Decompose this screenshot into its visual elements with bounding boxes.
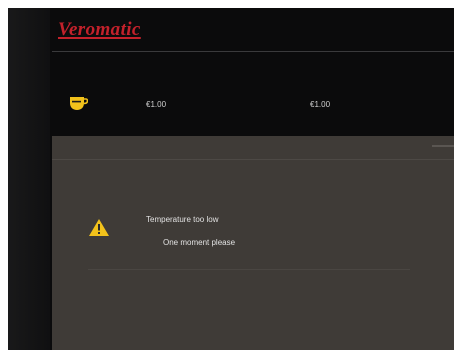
brand-logo: Veromatic xyxy=(58,19,141,40)
status-panel xyxy=(52,136,454,350)
warning-icon xyxy=(89,219,109,236)
machine-display: Veromatic €1.00 €1.00 Temperature too lo… xyxy=(8,8,454,350)
page: Veromatic €1.00 €1.00 Temperature too lo… xyxy=(0,0,458,356)
panel-divider-bottom xyxy=(88,269,410,270)
price-small: €1.00 xyxy=(146,100,167,109)
header-divider xyxy=(52,51,454,52)
status-message-subtitle: One moment please xyxy=(163,238,236,247)
status-message-title: Temperature too low xyxy=(146,215,219,224)
left-strip xyxy=(8,8,50,350)
panel-divider-top xyxy=(52,159,454,160)
cup-icon[interactable] xyxy=(68,94,88,112)
price-large: €1.00 xyxy=(310,100,331,109)
panel-dash xyxy=(432,145,454,147)
